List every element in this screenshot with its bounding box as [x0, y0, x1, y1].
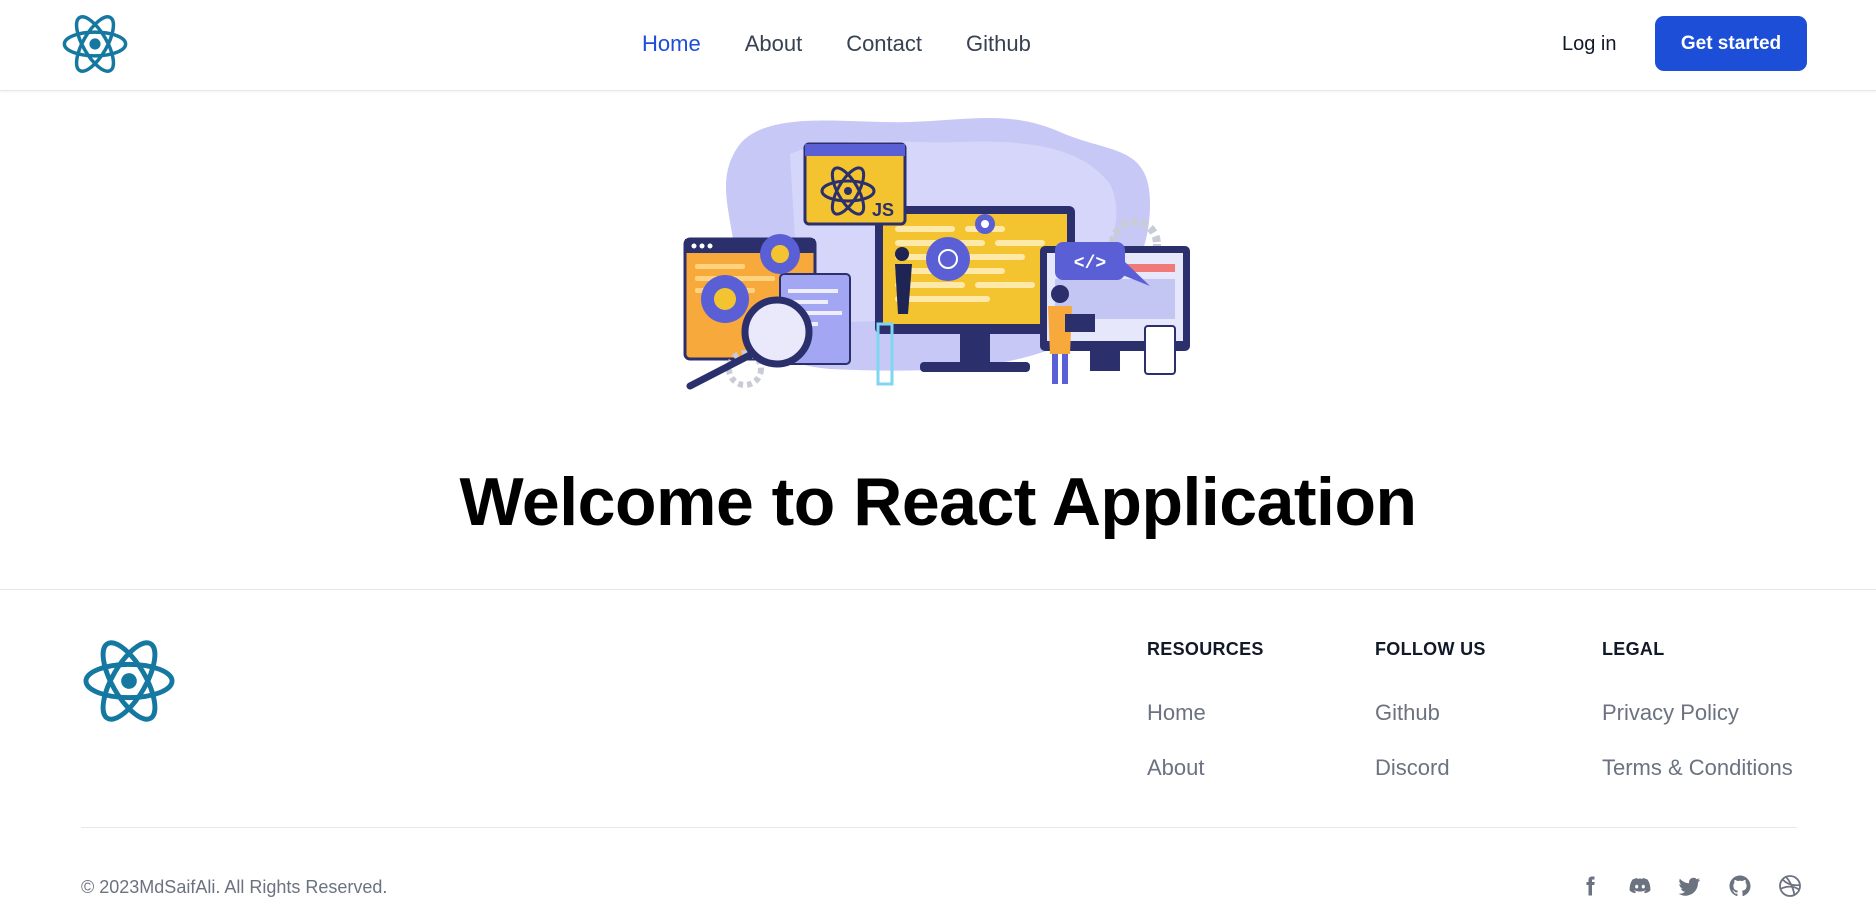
twitter-icon[interactable] [1676, 872, 1704, 900]
nav-contact-link[interactable]: Contact [846, 28, 922, 60]
footer-link-github[interactable]: Github [1375, 698, 1486, 728]
facebook-icon[interactable] [1576, 872, 1604, 900]
footer-divider [81, 827, 1797, 828]
footer-heading: LEGAL [1602, 639, 1665, 659]
dribbble-icon[interactable] [1776, 872, 1804, 900]
react-logo-icon[interactable] [60, 12, 130, 76]
nav-github-link[interactable]: Github [966, 28, 1031, 60]
hero-title: Welcome to React Application [459, 464, 1417, 540]
illustration-code-text: </> [1074, 254, 1106, 274]
footer-link-home[interactable]: Home [1147, 698, 1264, 728]
site-footer: RESOURCES Home About FOLLOW US Github Di… [0, 589, 1876, 914]
github-icon[interactable] [1726, 872, 1754, 900]
footer-column-legal: LEGAL Privacy Policy Terms & Conditions [1602, 638, 1793, 783]
discord-icon[interactable] [1626, 872, 1654, 900]
login-link[interactable]: Log in [1562, 30, 1617, 58]
nav-home-link[interactable]: Home [642, 28, 701, 60]
footer-link-terms[interactable]: Terms & Conditions [1602, 753, 1793, 783]
footer-link-discord[interactable]: Discord [1375, 753, 1486, 783]
developer-illustration: JS </> [683, 118, 1190, 390]
footer-column-follow-us: FOLLOW US Github Discord [1375, 638, 1486, 783]
nav-about-link[interactable]: About [745, 28, 803, 60]
footer-heading: RESOURCES [1147, 639, 1264, 659]
footer-link-about[interactable]: About [1147, 753, 1264, 783]
main-nav: Home About Contact Github [642, 28, 1031, 60]
footer-heading: FOLLOW US [1375, 639, 1486, 659]
site-header: Home About Contact Github Log in Get sta… [0, 0, 1876, 91]
get-started-button[interactable]: Get started [1655, 16, 1807, 71]
social-links [1576, 872, 1804, 900]
copyright-text: © 2023MdSaifAli. All Rights Reserved. [81, 877, 388, 897]
react-logo-icon[interactable] [80, 636, 178, 726]
footer-link-privacy-policy[interactable]: Privacy Policy [1602, 698, 1793, 728]
illustration-js-text: JS [872, 200, 894, 220]
footer-column-resources: RESOURCES Home About [1147, 638, 1264, 783]
